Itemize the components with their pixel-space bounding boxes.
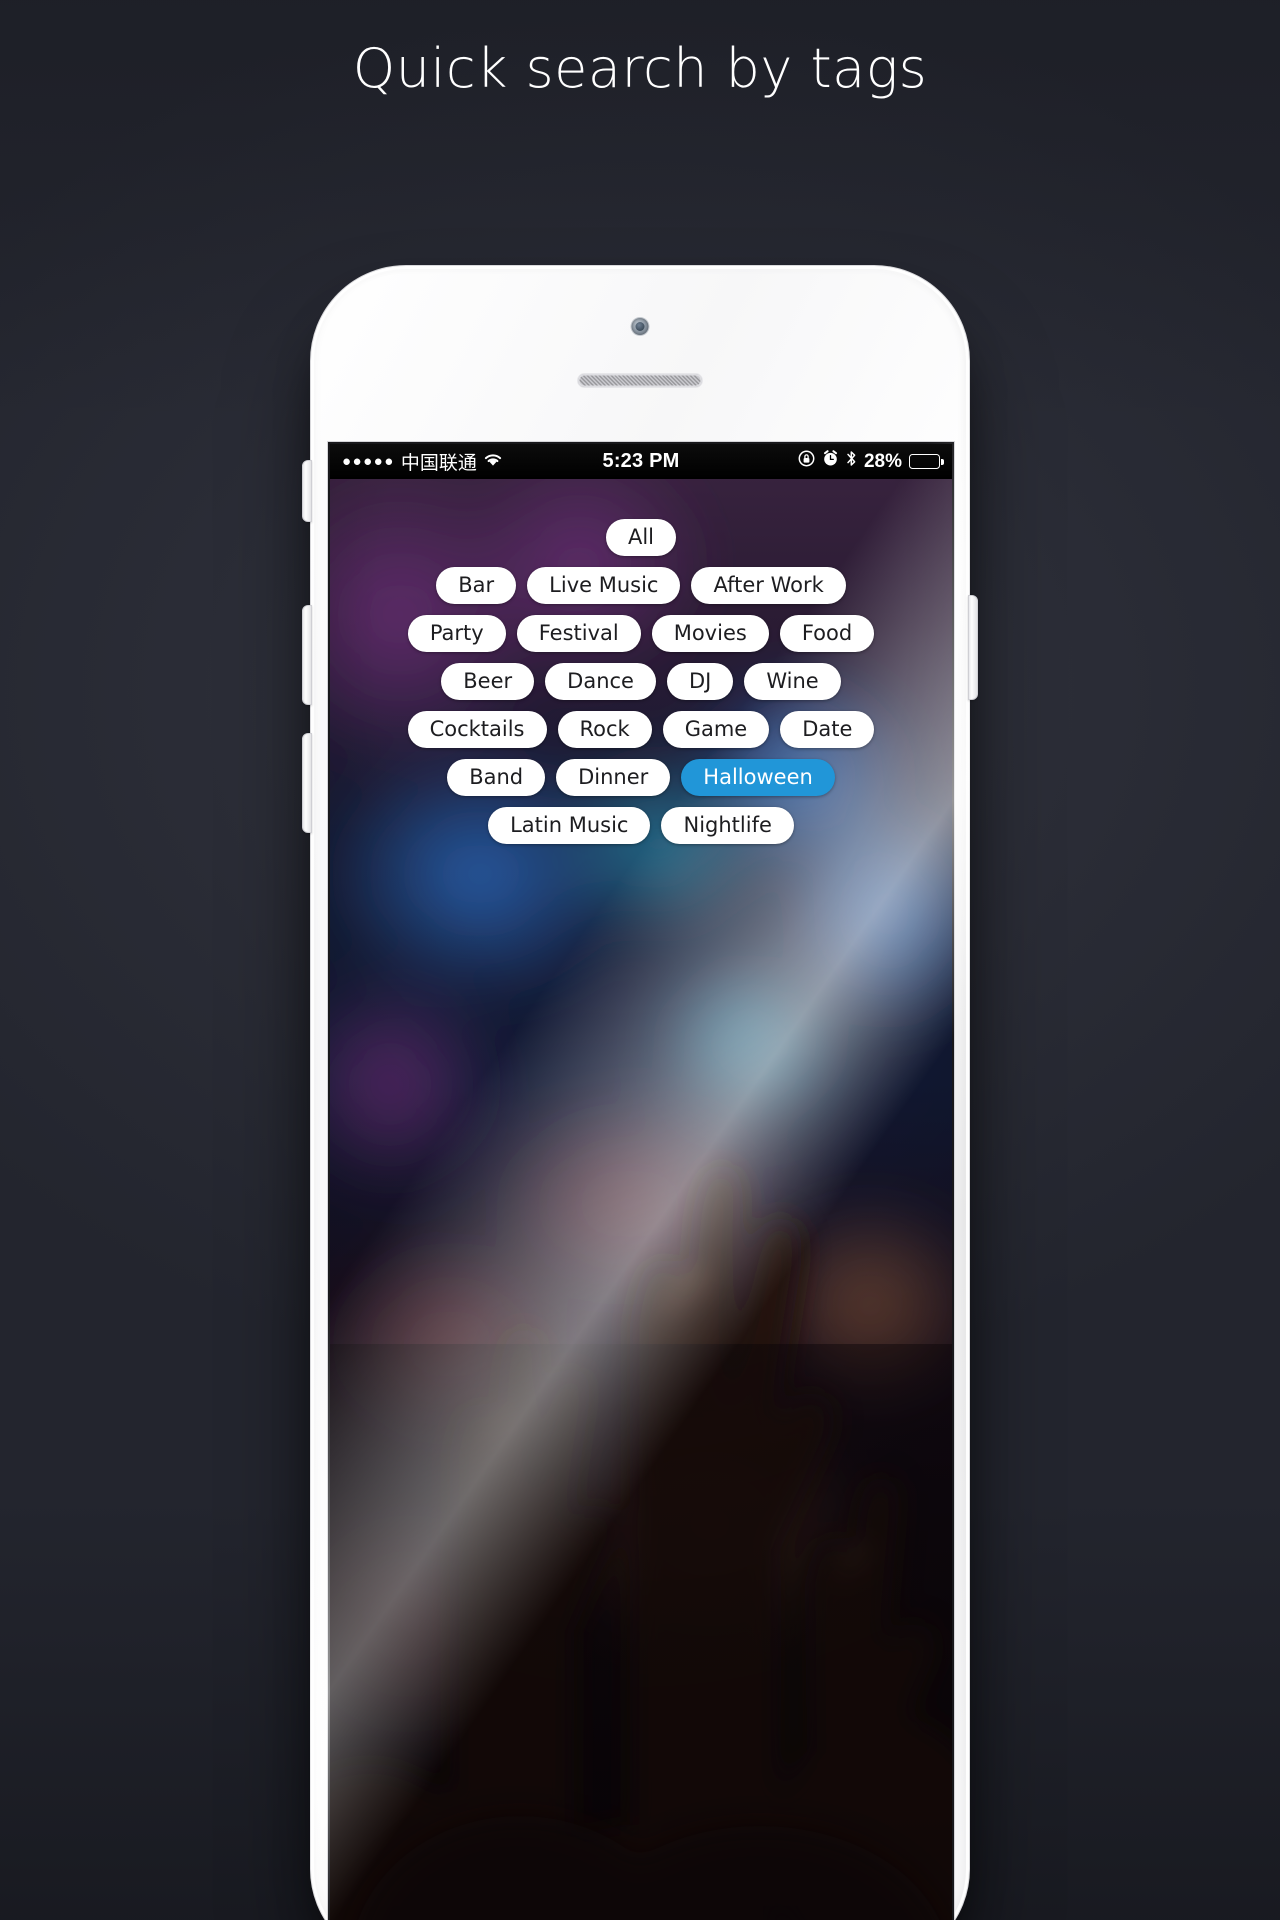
tag-row: Beer Dance DJ Wine bbox=[346, 663, 936, 700]
tag-pill-party[interactable]: Party bbox=[407, 615, 506, 652]
tag-pill-nightlife[interactable]: Nightlife bbox=[661, 807, 794, 844]
tag-pill-food[interactable]: Food bbox=[779, 615, 875, 652]
tag-row: All bbox=[346, 519, 936, 556]
phone-screen: ●●●●● 中国联通 5:23 PM 28% All Bar Live Musi… bbox=[330, 444, 952, 1920]
tag-pill-after-work[interactable]: After Work bbox=[691, 567, 846, 604]
volume-down-button[interactable] bbox=[302, 733, 312, 833]
power-button[interactable] bbox=[968, 595, 978, 700]
battery-percentage: 28% bbox=[863, 450, 902, 472]
tag-cloud: All Bar Live Music After Work Party Festival M… bbox=[330, 479, 952, 855]
tag-pill-all[interactable]: All bbox=[605, 519, 677, 556]
volume-up-button[interactable] bbox=[302, 605, 312, 705]
tag-pill-beer[interactable]: Beer bbox=[441, 663, 535, 700]
tag-pill-latin-music[interactable]: Latin Music bbox=[488, 807, 651, 844]
tag-row: Cocktails Rock Game Date bbox=[346, 711, 936, 748]
tag-pill-wine[interactable]: Wine bbox=[744, 663, 841, 700]
tag-pill-dj[interactable]: DJ bbox=[666, 663, 734, 700]
phone-mockup: ●●●●● 中国联通 5:23 PM 28% All Bar Live Musi… bbox=[290, 265, 990, 1920]
wifi-icon bbox=[483, 450, 503, 473]
status-bar-clock: 5:23 PM bbox=[602, 450, 680, 472]
battery-icon bbox=[909, 454, 944, 469]
status-bar: ●●●●● 中国联通 5:23 PM 28% bbox=[330, 444, 952, 479]
tag-pill-dinner[interactable]: Dinner bbox=[556, 759, 671, 796]
tag-pill-bar[interactable]: Bar bbox=[436, 567, 517, 604]
tag-row: Bar Live Music After Work bbox=[346, 567, 936, 604]
page-title: Quick search by tags bbox=[352, 37, 928, 100]
tag-row: Band Dinner Halloween bbox=[346, 759, 936, 796]
tag-pill-cocktails[interactable]: Cocktails bbox=[407, 711, 547, 748]
tag-pill-date[interactable]: Date bbox=[780, 711, 875, 748]
status-bar-right: 28% bbox=[680, 450, 944, 473]
tag-row: Latin Music Nightlife bbox=[346, 807, 936, 844]
tag-pill-live-music[interactable]: Live Music bbox=[527, 567, 681, 604]
tag-row: Party Festival Movies Food bbox=[346, 615, 936, 652]
silent-switch[interactable] bbox=[302, 460, 312, 522]
status-bar-left: ●●●●● 中国联通 bbox=[342, 448, 603, 475]
tag-pill-rock[interactable]: Rock bbox=[557, 711, 652, 748]
tag-pill-movies[interactable]: Movies bbox=[651, 615, 769, 652]
tag-pill-band[interactable]: Band bbox=[447, 759, 546, 796]
signal-strength-dots: ●●●●● bbox=[342, 453, 395, 470]
bluetooth-icon bbox=[846, 450, 857, 473]
alarm-clock-icon bbox=[822, 450, 839, 473]
tag-pill-festival[interactable]: Festival bbox=[516, 615, 641, 652]
carrier-name: 中国联通 bbox=[400, 452, 477, 474]
tag-pill-dance[interactable]: Dance bbox=[545, 663, 656, 700]
front-camera-icon bbox=[631, 318, 649, 335]
rotation-lock-icon bbox=[798, 450, 815, 473]
earpiece-speaker-icon bbox=[578, 374, 702, 387]
tag-pill-game[interactable]: Game bbox=[662, 711, 770, 748]
phone-body: ●●●●● 中国联通 5:23 PM 28% All Bar Live Musi… bbox=[310, 265, 970, 1920]
tag-pill-halloween[interactable]: Halloween bbox=[681, 759, 835, 796]
